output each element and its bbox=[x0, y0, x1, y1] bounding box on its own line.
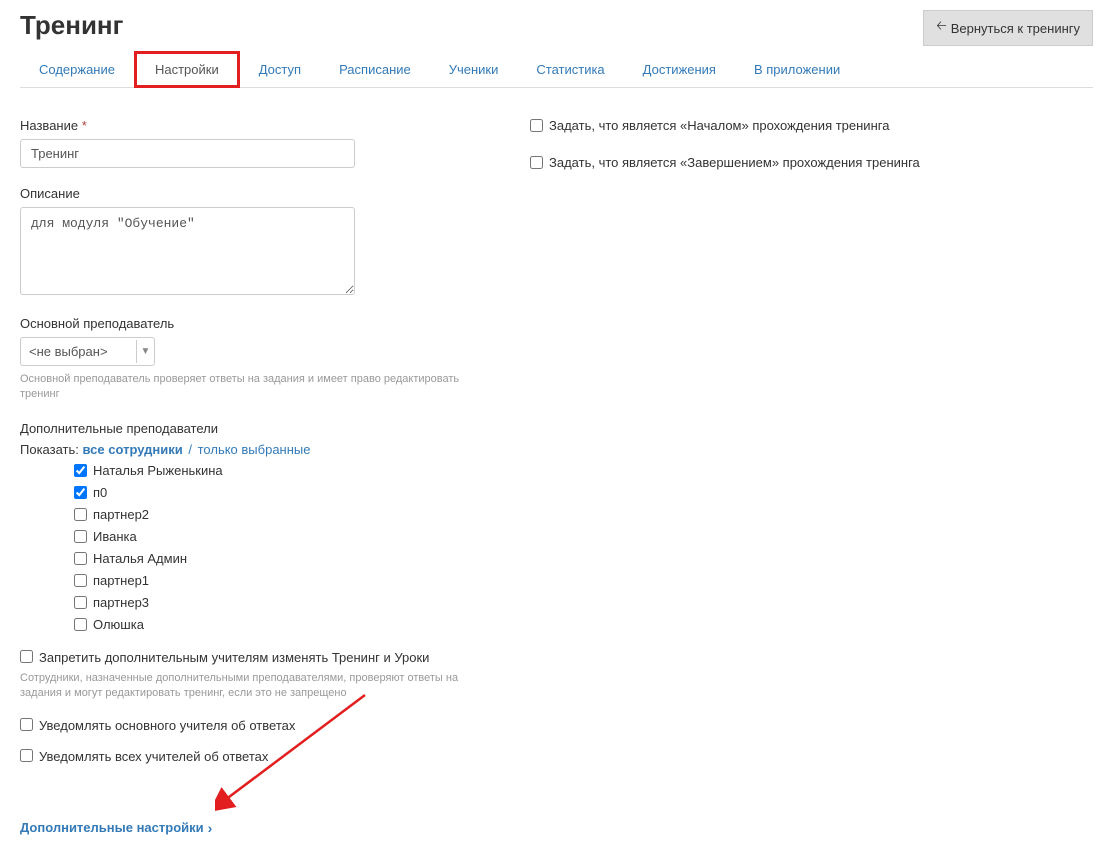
list-item: Наталья Рыженькина bbox=[74, 463, 490, 478]
name-label: Название * bbox=[20, 118, 490, 133]
teacher-checkbox[interactable] bbox=[74, 596, 87, 609]
filter-separator: / bbox=[188, 442, 192, 457]
list-item: Олюшка bbox=[74, 617, 490, 632]
filter-all-employees[interactable]: все сотрудники bbox=[83, 442, 183, 457]
teacher-name: Наталья Админ bbox=[93, 551, 187, 566]
teacher-checkbox[interactable] bbox=[74, 464, 87, 477]
teachers-list: Наталья Рыженькина п0 партнер2 Иванка bbox=[74, 463, 490, 632]
forbid-edit-checkbox[interactable] bbox=[20, 650, 33, 663]
name-input[interactable] bbox=[20, 139, 355, 168]
tab-content[interactable]: Содержание bbox=[20, 51, 134, 88]
list-item: партнер3 bbox=[74, 595, 490, 610]
notify-main-checkbox[interactable] bbox=[20, 718, 33, 731]
teacher-name: партнер3 bbox=[93, 595, 149, 610]
teacher-name: Олюшка bbox=[93, 617, 144, 632]
teacher-name: Иванка bbox=[93, 529, 137, 544]
tab-achievements[interactable]: Достижения bbox=[624, 51, 735, 88]
notify-main-label: Уведомлять основного учителя об ответах bbox=[39, 718, 295, 733]
teacher-checkbox[interactable] bbox=[74, 508, 87, 521]
teacher-checkbox[interactable] bbox=[74, 552, 87, 565]
notify-all-checkbox[interactable] bbox=[20, 749, 33, 762]
main-teacher-hint: Основной преподаватель проверяет ответы … bbox=[20, 372, 490, 403]
teacher-checkbox[interactable] bbox=[74, 618, 87, 631]
main-teacher-value: <не выбран> bbox=[21, 338, 136, 365]
back-to-training-button[interactable]: 🡠 Вернуться к тренингу bbox=[923, 10, 1093, 46]
teachers-filter: Показать: все сотрудники / только выбран… bbox=[20, 442, 490, 457]
additional-settings-link[interactable]: Дополнительные настройки › bbox=[20, 820, 212, 836]
list-item: партнер1 bbox=[74, 573, 490, 588]
set-end-checkbox[interactable] bbox=[530, 156, 543, 169]
description-textarea[interactable] bbox=[20, 207, 355, 295]
main-teacher-select[interactable]: <не выбран> ▼ bbox=[20, 337, 155, 366]
teacher-name: партнер2 bbox=[93, 507, 149, 522]
list-item: Наталья Админ bbox=[74, 551, 490, 566]
list-item: п0 bbox=[74, 485, 490, 500]
caret-down-icon: ▼ bbox=[136, 340, 154, 363]
tab-students[interactable]: Ученики bbox=[430, 51, 518, 88]
set-start-checkbox[interactable] bbox=[530, 119, 543, 132]
tab-access[interactable]: Доступ bbox=[240, 51, 320, 88]
back-button-label: Вернуться к тренингу bbox=[951, 21, 1080, 36]
chevron-right-icon: › bbox=[208, 820, 213, 836]
description-label: Описание bbox=[20, 186, 490, 201]
required-mark: * bbox=[82, 118, 87, 133]
teacher-checkbox[interactable] bbox=[74, 486, 87, 499]
teacher-name: Наталья Рыженькина bbox=[93, 463, 223, 478]
list-item: партнер2 bbox=[74, 507, 490, 522]
tab-in-app[interactable]: В приложении bbox=[735, 51, 859, 88]
tab-schedule[interactable]: Расписание bbox=[320, 51, 430, 88]
tab-settings[interactable]: Настройки bbox=[134, 51, 240, 88]
set-start-label: Задать, что является «Началом» прохожден… bbox=[549, 118, 889, 133]
arrow-left-icon: 🡠 bbox=[936, 17, 947, 39]
filter-prefix: Показать: bbox=[20, 442, 79, 457]
forbid-edit-label: Запретить дополнительным учителям изменя… bbox=[39, 650, 429, 665]
addl-teachers-label: Дополнительные преподаватели bbox=[20, 421, 490, 436]
teacher-name: партнер1 bbox=[93, 573, 149, 588]
notify-all-label: Уведомлять всех учителей об ответах bbox=[39, 749, 268, 764]
page-title: Тренинг bbox=[20, 10, 123, 41]
filter-only-selected[interactable]: только выбранные bbox=[198, 442, 311, 457]
forbid-edit-hint: Сотрудники, назначенные дополнительными … bbox=[20, 671, 460, 702]
teacher-checkbox[interactable] bbox=[74, 574, 87, 587]
main-teacher-label: Основной преподаватель bbox=[20, 316, 490, 331]
tab-statistics[interactable]: Статистика bbox=[517, 51, 623, 88]
tabs-nav: Содержание Настройки Доступ Расписание У… bbox=[20, 50, 1093, 88]
set-end-label: Задать, что является «Завершением» прохо… bbox=[549, 155, 920, 170]
teacher-checkbox[interactable] bbox=[74, 530, 87, 543]
additional-settings-label: Дополнительные настройки bbox=[20, 820, 204, 835]
teacher-name: п0 bbox=[93, 485, 107, 500]
name-label-text: Название bbox=[20, 118, 78, 133]
list-item: Иванка bbox=[74, 529, 490, 544]
